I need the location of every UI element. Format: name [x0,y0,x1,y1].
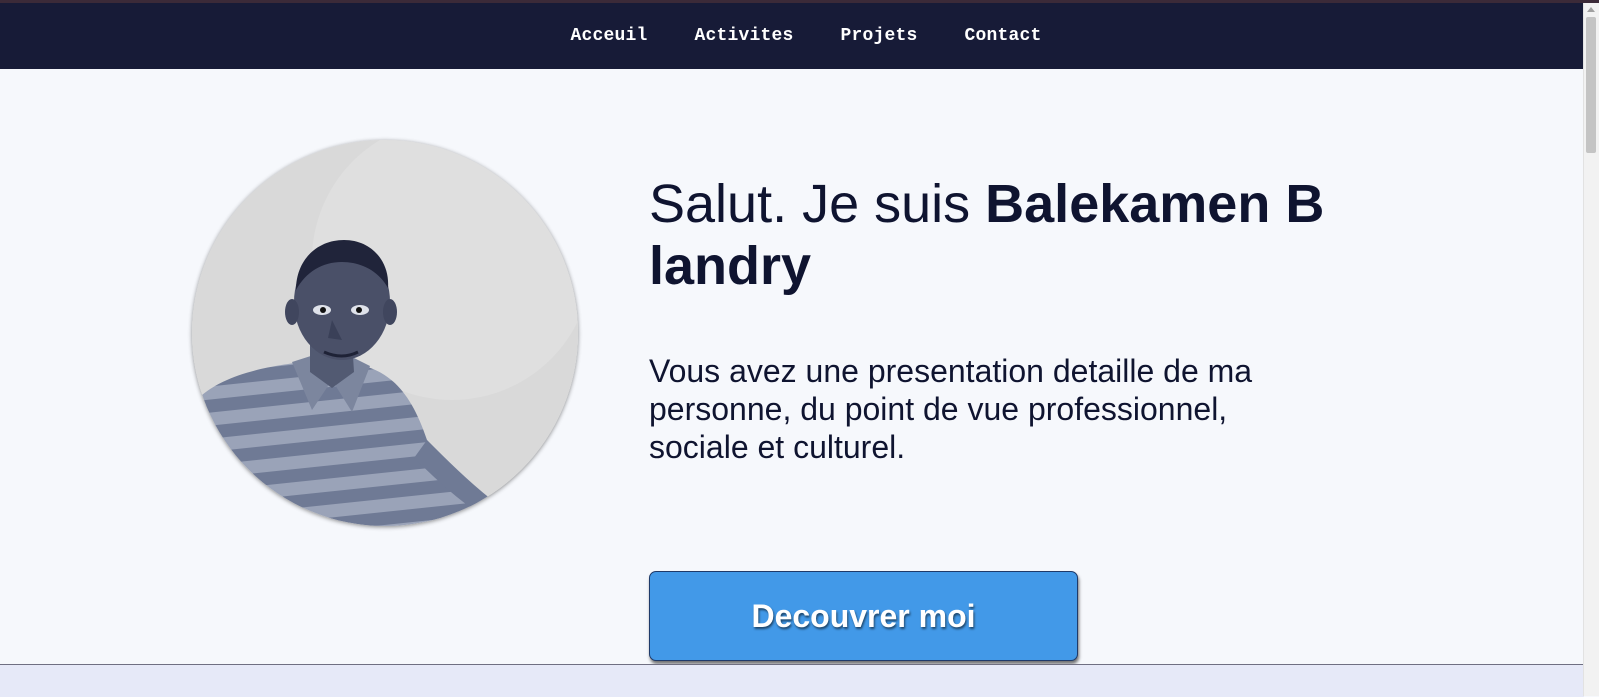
navbar: Acceuil Activites Projets Contact [0,3,1584,69]
hero-greeting: Salut. Je suis [649,174,986,234]
vertical-scrollbar[interactable] [1583,3,1599,696]
discover-me-button[interactable]: Decouvrer moi [649,571,1078,661]
hero-section: Salut. Je suis Balekamen B landry Vous a… [0,69,1584,664]
profile-photo [192,140,578,526]
nav-link-activites[interactable]: Activites [694,26,793,46]
nav-link-contact[interactable]: Contact [965,26,1042,46]
scroll-up-arrow-icon[interactable] [1587,7,1595,12]
nav-link-acceuil[interactable]: Acceuil [570,26,647,46]
nav-item-projets: Projets [841,26,918,46]
nav-item-activites: Activites [694,26,793,46]
profile-photo-illustration [192,140,578,526]
next-section [0,664,1584,697]
nav-menu: Acceuil Activites Projets Contact [570,26,1041,46]
scrollbar-thumb[interactable] [1586,17,1596,153]
hero-intro: Vous avez une presentation detaille de m… [649,353,1253,465]
hero-headline: Salut. Je suis Balekamen B landry [649,173,1329,297]
nav-link-projets[interactable]: Projets [841,26,918,46]
nav-item-acceuil: Acceuil [570,26,647,46]
nav-item-contact: Contact [965,26,1042,46]
